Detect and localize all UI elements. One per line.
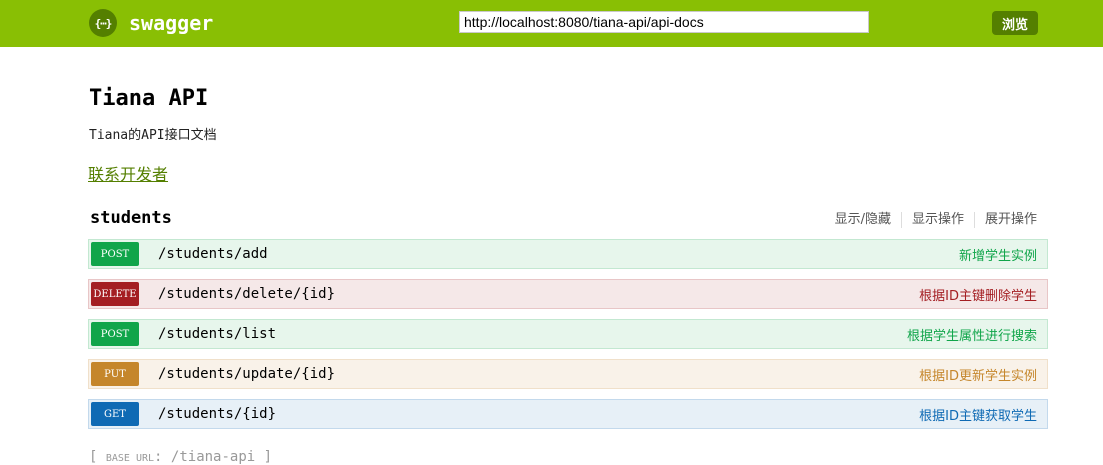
operation-summary[interactable]: 根据ID更新学生实例: [919, 365, 1037, 384]
base-url-value: : /tiana-api: [154, 449, 256, 465]
http-method-badge[interactable]: PUT: [91, 362, 139, 386]
api-description: Tiana的API接口文档: [89, 128, 217, 143]
operation-path[interactable]: /students/list: [158, 326, 276, 342]
http-method-badge[interactable]: GET: [91, 402, 139, 426]
operation-summary[interactable]: 根据ID主键获取学生: [919, 405, 1037, 424]
swagger-logo[interactable]: {⋯} swagger: [89, 9, 213, 37]
close-bracket: ]: [263, 449, 273, 465]
list-operations-link[interactable]: 显示操作: [902, 212, 974, 228]
http-method-badge[interactable]: POST: [91, 242, 139, 266]
http-method-badge[interactable]: DELETE: [91, 282, 139, 306]
operation-path[interactable]: /students/delete/{id}: [158, 286, 335, 302]
api-url-input[interactable]: [459, 11, 869, 33]
open-bracket: [: [89, 449, 98, 465]
braces-logo-icon: {⋯}: [89, 9, 117, 37]
operation-get-student[interactable]: GET /students/{id} 根据ID主键获取学生: [88, 399, 1048, 429]
contact-developer-link[interactable]: 联系开发者: [88, 161, 168, 185]
operation-path[interactable]: /students/update/{id}: [158, 366, 335, 382]
operation-path[interactable]: /students/add: [158, 246, 268, 262]
base-url-label: BASE URL: [105, 453, 155, 464]
operation-delete-student[interactable]: DELETE /students/delete/{id} 根据ID主键删除学生: [88, 279, 1048, 309]
http-method-badge[interactable]: POST: [91, 322, 139, 346]
operation-path[interactable]: /students/{id}: [158, 406, 276, 422]
expand-operations-link[interactable]: 展开操作: [975, 212, 1037, 228]
resource-options: 显示/隐藏 显示操作 展开操作: [825, 212, 1037, 228]
operation-summary[interactable]: 根据学生属性进行搜索: [907, 325, 1037, 344]
logo-text: swagger: [129, 11, 214, 35]
operation-summary[interactable]: 根据ID主键删除学生: [919, 285, 1037, 304]
operation-put-student[interactable]: PUT /students/update/{id} 根据ID更新学生实例: [88, 359, 1048, 389]
toggle-show-hide-link[interactable]: 显示/隐藏: [825, 212, 901, 228]
operation-post-students-add[interactable]: POST /students/add 新增学生实例: [88, 239, 1048, 269]
operation-post-students-list[interactable]: POST /students/list 根据学生属性进行搜索: [88, 319, 1048, 349]
operation-summary[interactable]: 新增学生实例: [959, 245, 1037, 264]
top-bar: {⋯} swagger 浏览: [0, 0, 1103, 47]
explore-button[interactable]: 浏览: [992, 11, 1038, 35]
api-title: Tiana API: [89, 86, 209, 111]
base-url-footer: [ BASE URL: /tiana-api ]: [89, 449, 272, 465]
resource-name-link[interactable]: students: [90, 208, 172, 228]
